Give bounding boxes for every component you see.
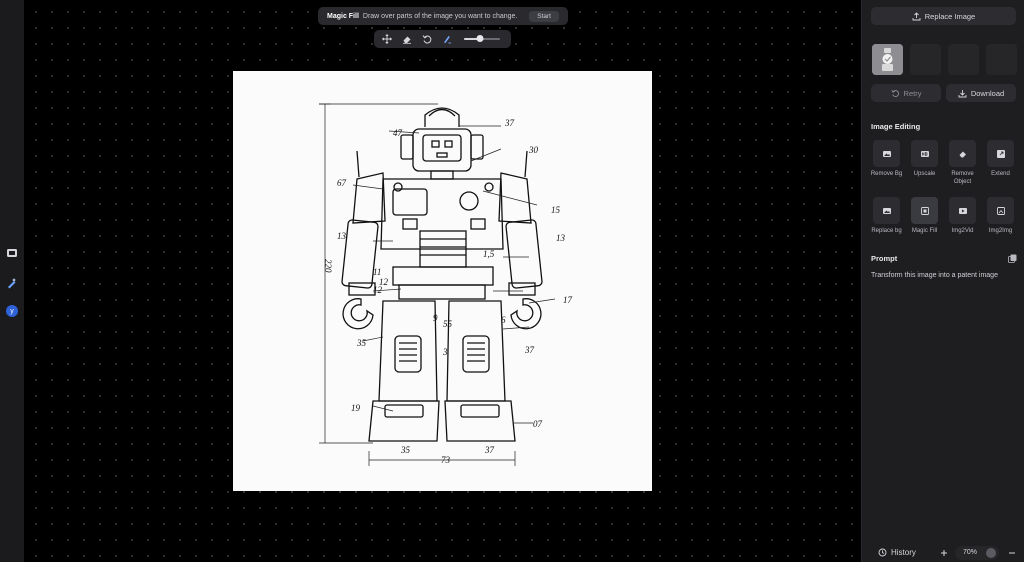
- retry-icon: [890, 89, 899, 97]
- dimension-label: 35: [356, 338, 367, 348]
- hint-title: Magic Fill: [327, 12, 359, 20]
- dimension-label: 1,5: [483, 249, 495, 259]
- zoom-in-icon[interactable]: [940, 549, 948, 557]
- copy-icon[interactable]: [1008, 254, 1017, 263]
- image-preview[interactable]: 47 37 30 67 15 13 13 220 12 1,5 11 12 9 55 6 17 35 3 37 19 0…: [233, 71, 652, 491]
- avatar[interactable]: y: [6, 305, 18, 317]
- remove-object-tool[interactable]: Remove Object: [943, 140, 982, 186]
- dimension-label: 07: [533, 419, 543, 429]
- magic-fill-hint-bar: Magic Fill Draw over parts of the image …: [318, 7, 568, 25]
- eraser-icon: [959, 151, 966, 157]
- download-button[interactable]: Download: [946, 84, 1016, 102]
- robot-drawing: 473730671513 13220121,51112955 617353 37190…: [319, 103, 573, 466]
- upload-icon: [912, 11, 921, 20]
- image-editing-title: Image Editing: [871, 122, 921, 131]
- zoom-out-icon[interactable]: [1008, 549, 1016, 557]
- move-icon[interactable]: [382, 34, 392, 44]
- dimension-label: 9: [433, 313, 438, 323]
- dimension-label: 55: [443, 319, 453, 329]
- brush-icon[interactable]: [442, 34, 452, 44]
- thumbnail-slot[interactable]: [910, 44, 941, 75]
- tool-label: Upscale: [913, 171, 936, 177]
- dimension-label: 73: [441, 455, 451, 465]
- video-icon: [958, 207, 967, 214]
- dimension-label: 37: [524, 345, 535, 355]
- dimension-label: 220: [323, 259, 333, 273]
- left-rail: y: [0, 0, 24, 562]
- eraser-icon[interactable]: [402, 34, 412, 44]
- tool-label: Remove Bg: [870, 171, 903, 177]
- history-icon: [878, 548, 887, 557]
- canvas-area[interactable]: Magic Fill Draw over parts of the image …: [24, 0, 861, 562]
- extend-tool[interactable]: Extend: [981, 140, 1020, 178]
- prompt-text: Transform this image into a patent image: [871, 272, 998, 279]
- upscale-tool[interactable]: Upscale: [905, 140, 944, 178]
- undo-icon[interactable]: [422, 34, 432, 44]
- zoom-dial-icon[interactable]: [986, 547, 996, 558]
- replace-image-label: Replace Image: [924, 11, 976, 21]
- brush-size-slider[interactable]: [464, 34, 500, 44]
- dimension-label: 67: [337, 178, 347, 188]
- hint-text: Draw over parts of the image you want to…: [362, 12, 518, 20]
- app-root: y Magic Fill Draw over parts of the imag…: [0, 0, 1024, 562]
- dimension-label: 12: [379, 277, 389, 287]
- gallery-icon[interactable]: [5, 246, 19, 260]
- dimension-label: 17: [563, 295, 573, 305]
- thumbnail-current[interactable]: [872, 44, 903, 75]
- prompt-title: Prompt: [871, 254, 898, 263]
- replace-bg-tool[interactable]: Replace bg: [867, 197, 906, 235]
- zoom-level: 70%: [963, 549, 978, 556]
- dimension-label: 30: [528, 145, 539, 155]
- history-label: History: [891, 548, 916, 557]
- image-icon: [882, 207, 891, 214]
- panel-footer: History 70%: [862, 543, 1024, 562]
- fill-frame-icon: [920, 206, 929, 215]
- dimension-label: 13: [337, 231, 347, 241]
- tool-label: Img2Vid: [951, 228, 974, 234]
- dimension-label: 6: [501, 315, 506, 325]
- remove-bg-tool[interactable]: Remove Bg: [867, 140, 906, 178]
- dimension-label: 13: [556, 233, 566, 243]
- right-panel: Replace Image Retry Download Image Editi…: [861, 0, 1024, 562]
- image-icon: [882, 150, 891, 157]
- thumbnail-slot[interactable]: [986, 44, 1017, 75]
- retry-label: Retry: [903, 88, 922, 98]
- tool-label: Magic Fill: [911, 228, 938, 234]
- img2img-tool[interactable]: Img2Img: [981, 197, 1020, 235]
- download-icon: [958, 89, 967, 97]
- replace-image-button[interactable]: Replace Image: [871, 7, 1016, 25]
- dimension-label: 19: [351, 403, 361, 413]
- tool-label: Img2Img: [988, 228, 1013, 234]
- slider-knob[interactable]: [476, 35, 484, 42]
- expand-icon: [996, 149, 1005, 158]
- magic-fill-tool[interactable]: Magic Fill: [905, 197, 944, 235]
- image-swap-icon: [996, 206, 1005, 215]
- zoom-control[interactable]: 70%: [955, 545, 999, 560]
- img2vid-tool[interactable]: Img2Vid: [943, 197, 982, 235]
- tool-label: Remove Object: [951, 171, 974, 186]
- retry-button[interactable]: Retry: [871, 84, 941, 102]
- dimension-label: 37: [484, 445, 495, 455]
- dimension-label: 3: [442, 347, 448, 357]
- tool-label: Extend: [991, 171, 1010, 177]
- start-button[interactable]: Start: [529, 10, 559, 22]
- tool-label: Replace bg: [871, 228, 902, 234]
- hd-icon: [920, 150, 929, 157]
- dimension-label: 15: [551, 205, 561, 215]
- history-button[interactable]: History: [878, 548, 916, 557]
- thumbnail-slot[interactable]: [948, 44, 979, 75]
- download-label: Download: [970, 88, 1005, 98]
- magic-pen-icon[interactable]: [5, 276, 19, 290]
- dimension-label: 11: [373, 267, 381, 277]
- dimension-label: 37: [504, 118, 515, 128]
- dimension-label: 35: [400, 445, 411, 455]
- dimension-label: 47: [393, 128, 403, 138]
- canvas-toolbar: [374, 30, 511, 48]
